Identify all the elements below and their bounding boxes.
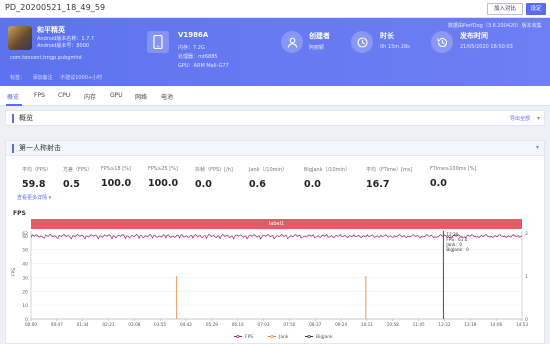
x-tick-label: 12:32 [438, 322, 450, 327]
device-memory: 内存：7.2G [178, 45, 205, 51]
y-tick-label: 10 [22, 303, 28, 309]
tab-memory[interactable]: 内存 [84, 92, 96, 101]
tab-network[interactable]: 网络 [135, 92, 147, 101]
duration-value: 0h 15m 28s [380, 44, 410, 50]
app-version-code: Android版本号：8000 [37, 43, 90, 49]
y-tick-label: 40 [22, 262, 28, 268]
settings-button[interactable]: 设定 [526, 3, 546, 15]
x-tick-label: 03:55 [154, 322, 166, 327]
y-tick-label: 60 [22, 234, 28, 240]
x-tick-label: 08:37 [309, 322, 321, 327]
data-source-note: 数据由PerfDog（3.6.200420）版本收集 [448, 23, 542, 29]
collapse-icon[interactable]: ▾ [537, 115, 540, 122]
x-tick-label: 02:21 [102, 322, 114, 327]
tab-fps[interactable]: FPS [34, 92, 45, 99]
x-tick-label: 07:50 [283, 322, 295, 327]
tab-overview[interactable]: 概览 [7, 92, 19, 101]
history-icon [431, 31, 453, 53]
x-tick-label: 01:34 [77, 322, 89, 327]
x-tick-label: 07:03 [258, 322, 270, 327]
overview-title: 概览 [12, 114, 33, 123]
x-tick-label: 05:29 [206, 322, 218, 327]
x-tick-label: 00:00 [25, 322, 37, 327]
legend-label: BigJank [316, 334, 333, 340]
tooltip-line: BigJank：0 [446, 247, 469, 252]
report-title: PD_20200521_18_49_59 [5, 3, 106, 12]
creator-value: 阿丽颖 [309, 45, 325, 51]
scene-card: 第一人称射击 ▾ 平均（FPS） 59.8 方差（FPS） 0.5 FPS≥18… [5, 140, 545, 344]
x-tick-label: 03:08 [128, 322, 140, 327]
note-text: 不建议1000+小时 [60, 75, 103, 81]
release-value: 21/05/2020 18:50:03 [460, 44, 513, 50]
y2-tick-label: 2 [525, 231, 528, 237]
x-tick-label: 14:06 [490, 322, 502, 327]
y-tick-label: 20 [22, 289, 28, 295]
app-name: 和平精英 [37, 26, 65, 34]
legend-marker [307, 334, 311, 339]
add-to-compare-button[interactable]: 加入对比 [487, 3, 523, 15]
legend-label: Jank [278, 334, 289, 340]
metric-tabs: 概览 FPS CPU 内存 GPU 网络 电池 [0, 86, 550, 106]
clock-icon [351, 31, 373, 53]
user-icon [281, 31, 303, 53]
legend-label: FPS [245, 334, 253, 340]
device-processor: 处理器：mt6885 [178, 54, 218, 60]
device-model: V1986A [178, 31, 209, 39]
tab-cpu[interactable]: CPU [58, 92, 70, 99]
y2-tick-label: 1 [525, 274, 528, 280]
x-tick-label: 14:53 [516, 322, 528, 327]
legend-marker [270, 334, 274, 339]
x-tick-label: 00:47 [51, 322, 63, 327]
report-banner: 和平精英 Android版本名称：1.7.7 Android版本号：8000 c… [0, 18, 550, 86]
x-tick-label: 06:16 [232, 322, 244, 327]
app-icon [8, 26, 32, 50]
add-note-link[interactable]: 添加备注 [33, 75, 53, 81]
x-tick-label: 11:45 [413, 322, 425, 327]
y-axis-title: FPS [11, 268, 17, 276]
banner-links: 标签： 添加备注 不建议1000+小时 [10, 74, 108, 81]
release-title: 发布时间 [460, 32, 488, 40]
perfdog-report-page: PD_20200521_18_49_59 加入对比 设定 和平精英 Androi… [0, 0, 550, 344]
creator-title: 创建者 [309, 32, 330, 40]
device-gpu: GPU：ARM Mali-G77 [178, 63, 229, 69]
app-version-name: Android版本名称：1.7.7 [37, 36, 95, 42]
fps-chart[interactable]: 626050403020100FPS21000:00 00:47 01:34 02:2… [6, 141, 544, 343]
export-all-link[interactable]: 导出全部 [510, 115, 530, 122]
x-tick-label: 09:24 [335, 322, 347, 327]
y-tick-label: 50 [22, 248, 28, 254]
x-tick-label: 04:42 [180, 322, 192, 327]
legend-marker [236, 334, 240, 339]
top-bar: PD_20200521_18_49_59 加入对比 设定 [0, 0, 550, 18]
tab-gpu[interactable]: GPU [110, 92, 123, 99]
phone-icon [147, 31, 169, 53]
x-tick-label: 10:11 [361, 322, 373, 327]
duration-title: 时长 [380, 32, 394, 40]
app-package: com.tencent.tmgp.pubgmhd [10, 55, 82, 61]
x-tick-label: 10:58 [387, 322, 399, 327]
tab-battery[interactable]: 电池 [161, 92, 173, 101]
x-tick-label: 13:19 [464, 322, 476, 327]
active-tab-indicator [6, 104, 22, 106]
y-tick-label: 30 [22, 275, 28, 281]
tag-label: 标签： [10, 75, 26, 81]
overview-section: 概览 导出全部 ▾ [5, 110, 545, 126]
